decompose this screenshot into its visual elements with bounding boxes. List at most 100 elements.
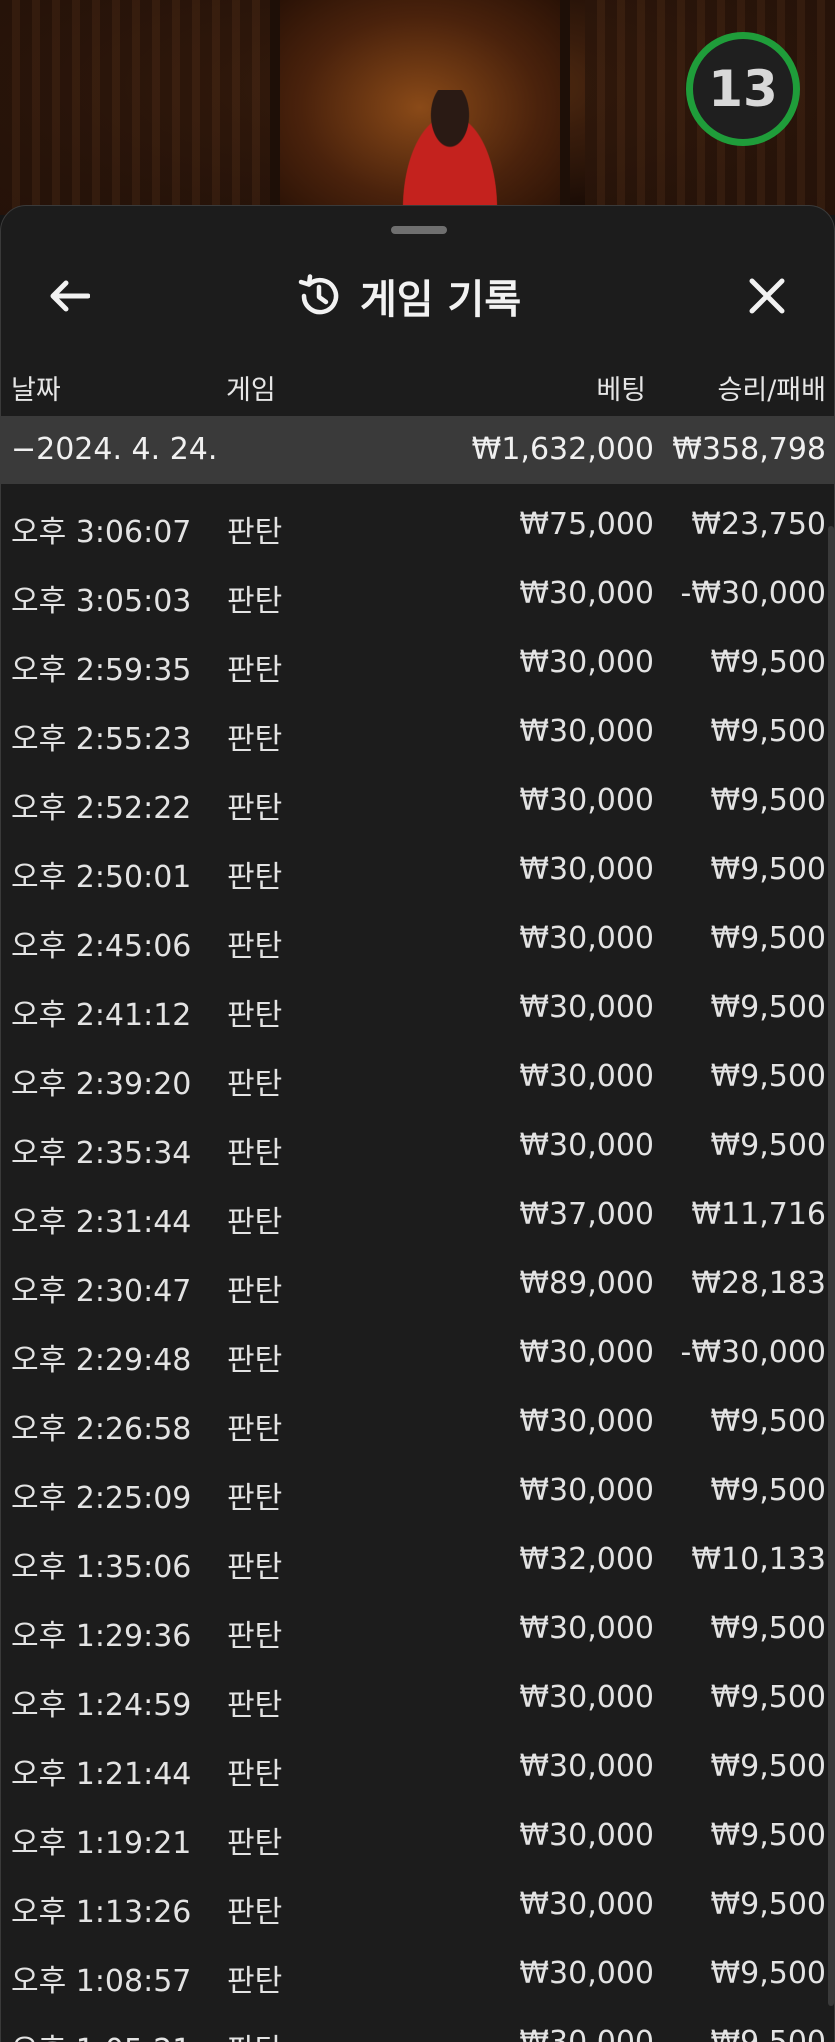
row-winloss: ₩9,500 [710,1887,826,1922]
row-game: 판탄 [227,1343,283,1378]
table-row[interactable]: 오후 2:29:48 판탄 ₩30,000 -₩30,000 [1,1312,834,1381]
row-time: 오후 2:52:22 [11,791,192,826]
row-game: 판탄 [227,1895,283,1930]
table-row[interactable]: 오후 1:29:36 판탄 ₩30,000 ₩9,500 [1,1588,834,1657]
table-row[interactable]: 오후 1:13:26 판탄 ₩30,000 ₩9,500 [1,1864,834,1933]
row-game: 판탄 [227,1826,283,1861]
close-button[interactable] [737,268,797,324]
row-bet: ₩75,000 [519,507,654,542]
table-row[interactable]: 오후 2:26:58 판탄 ₩30,000 ₩9,500 [1,1381,834,1450]
row-bet: ₩30,000 [519,852,654,887]
row-winloss: ₩9,500 [710,1749,826,1784]
row-winloss: ₩23,750 [691,507,826,542]
group-bet-total: ₩1,632,000 [471,432,654,467]
row-game: 판탄 [227,998,283,1033]
table-row[interactable]: 오후 2:35:34 판탄 ₩30,000 ₩9,500 [1,1105,834,1174]
dealer-figure [390,90,510,215]
date-group-row[interactable]: −2024. 4. 24. ₩1,632,000 ₩358,798 [1,416,834,484]
table-row[interactable]: 오후 3:05:03 판탄 ₩30,000 -₩30,000 [1,553,834,622]
row-game: 판탄 [227,1964,283,1999]
row-winloss: ₩11,716 [691,1197,826,1232]
sheet-drag-handle[interactable] [391,226,447,234]
table-row[interactable]: 오후 2:59:35 판탄 ₩30,000 ₩9,500 [1,622,834,691]
row-game: 판탄 [227,1067,283,1102]
row-time: 오후 1:19:21 [11,1826,192,1861]
table-row[interactable]: 오후 1:21:44 판탄 ₩30,000 ₩9,500 [1,1726,834,1795]
row-bet: ₩30,000 [519,645,654,680]
row-winloss: -₩30,000 [680,576,826,611]
row-game: 판탄 [227,1412,283,1447]
table-row[interactable]: 오후 2:55:23 판탄 ₩30,000 ₩9,500 [1,691,834,760]
row-bet: ₩30,000 [519,1956,654,1991]
row-bet: ₩30,000 [519,783,654,818]
row-time: 오후 2:31:44 [11,1205,192,1240]
scrollbar[interactable] [828,526,834,2006]
table-row[interactable]: 오후 2:30:47 판탄 ₩89,000 ₩28,183 [1,1243,834,1312]
row-game: 판탄 [227,515,283,550]
sheet-title-group: 게임 기록 [296,266,521,326]
column-header-winloss: 승리/패배 [717,375,826,406]
row-winloss: ₩9,500 [710,1404,826,1439]
arrow-left-icon [50,280,90,312]
sheet-header: 게임 기록 [1,246,834,346]
table-row[interactable]: 오후 2:50:01 판탄 ₩30,000 ₩9,500 [1,829,834,898]
table-row[interactable]: 오후 2:52:22 판탄 ₩30,000 ₩9,500 [1,760,834,829]
row-game: 판탄 [227,1136,283,1171]
row-time: 오후 2:35:34 [11,1136,192,1171]
row-winloss: ₩9,500 [710,1059,826,1094]
column-header-bet: 베팅 [596,375,646,406]
back-button[interactable] [39,268,99,324]
row-bet: ₩30,000 [519,1749,654,1784]
row-winloss: ₩9,500 [710,1956,826,1991]
row-bet: ₩30,000 [519,1473,654,1508]
row-bet: ₩30,000 [519,990,654,1025]
row-game: 판탄 [227,1757,283,1792]
table-row[interactable]: 오후 2:45:06 판탄 ₩30,000 ₩9,500 [1,898,834,967]
row-bet: ₩30,000 [519,1611,654,1646]
table-row[interactable]: 오후 1:05:21 판탄 ₩30,000 ₩9,500 [1,2002,834,2042]
row-time: 오후 1:13:26 [11,1895,192,1930]
table-row[interactable]: 오후 3:06:07 판탄 ₩75,000 ₩23,750 [1,484,834,553]
row-game: 판탄 [227,929,283,964]
row-time: 오후 2:30:47 [11,1274,192,1309]
history-icon [298,274,339,315]
table-row[interactable]: 오후 1:24:59 판탄 ₩30,000 ₩9,500 [1,1657,834,1726]
table-row[interactable]: 오후 2:39:20 판탄 ₩30,000 ₩9,500 [1,1036,834,1105]
table-row[interactable]: 오후 2:31:44 판탄 ₩37,000 ₩11,716 [1,1174,834,1243]
row-winloss: ₩9,500 [710,1611,826,1646]
row-game: 판탄 [227,1550,283,1585]
row-game: 판탄 [227,1619,283,1654]
row-time: 오후 2:25:09 [11,1481,192,1516]
row-bet: ₩30,000 [519,714,654,749]
row-winloss: ₩9,500 [710,1473,826,1508]
table-row[interactable]: 오후 2:25:09 판탄 ₩30,000 ₩9,500 [1,1450,834,1519]
row-time: 오후 1:21:44 [11,1757,192,1792]
row-time: 오후 1:29:36 [11,1619,192,1654]
row-game: 판탄 [227,584,283,619]
row-game: 판탄 [227,1688,283,1723]
group-date: −2024. 4. 24. [11,432,218,467]
row-time: 오후 3:06:07 [11,515,192,550]
row-bet: ₩89,000 [519,1266,654,1301]
row-winloss: ₩9,500 [710,2025,826,2042]
table-row[interactable]: 오후 1:35:06 판탄 ₩32,000 ₩10,133 [1,1519,834,1588]
row-game: 판탄 [227,860,283,895]
row-winloss: ₩9,500 [710,1680,826,1715]
row-game: 판탄 [227,1481,283,1516]
row-bet: ₩30,000 [519,1335,654,1370]
row-winloss: ₩9,500 [710,645,826,680]
row-game: 판탄 [227,791,283,826]
row-time: 오후 1:24:59 [11,1688,192,1723]
row-game: 판탄 [227,1205,283,1240]
row-winloss: ₩10,133 [691,1542,826,1577]
row-winloss: ₩9,500 [710,783,826,818]
group-winloss-total: ₩358,798 [672,432,826,467]
table-row[interactable]: 오후 2:41:12 판탄 ₩30,000 ₩9,500 [1,967,834,1036]
table-row[interactable]: 오후 1:08:57 판탄 ₩30,000 ₩9,500 [1,1933,834,2002]
row-bet: ₩37,000 [519,1197,654,1232]
sheet-title: 게임 기록 [360,277,522,323]
row-bet: ₩30,000 [519,1887,654,1922]
table-row[interactable]: 오후 1:19:21 판탄 ₩30,000 ₩9,500 [1,1795,834,1864]
row-time: 오후 1:05:21 [11,2025,191,2042]
table-header: 날짜 게임 베팅 승리/패배 [1,356,834,416]
